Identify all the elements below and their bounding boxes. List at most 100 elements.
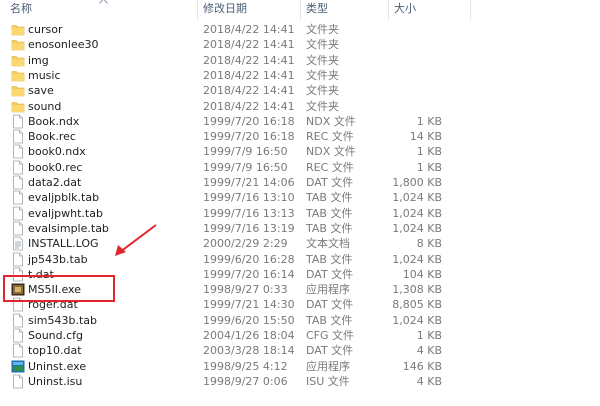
file-size: 4 KB (416, 344, 442, 358)
file-name: book0.rec (28, 160, 83, 174)
file-modified-date: 2018/4/22 14:41 (203, 99, 295, 113)
file-row[interactable]: cursor 2018/4/22 14:41 文件夹 (0, 22, 600, 37)
file-icon (11, 114, 25, 129)
column-header-size[interactable]: 大小 (394, 3, 416, 15)
file-type: TAB 文件 (306, 252, 353, 266)
column-divider[interactable] (300, 0, 301, 20)
column-divider[interactable] (388, 0, 389, 20)
file-size: 1,024 KB (392, 252, 442, 266)
file-modified-date: 2018/4/22 14:41 (203, 38, 295, 52)
file-name: top10.dat (28, 344, 82, 358)
file-row[interactable]: evaljpwht.tab 1999/7/16 13:13 TAB 文件 1,024 … (0, 206, 600, 221)
column-header-type[interactable]: 类型 (306, 3, 328, 15)
file-modified-date: 1999/7/9 16:50 (203, 160, 288, 174)
file-name: Book.ndx (28, 114, 80, 128)
file-row[interactable]: sound 2018/4/22 14:41 文件夹 (0, 99, 600, 114)
column-header-name[interactable]: 名称 (10, 3, 32, 15)
file-type: 应用程序 (306, 283, 350, 297)
file-icon (11, 328, 25, 343)
file-row[interactable]: Sound.cfg 2004/1/26 18:04 CFG 文件 1 KB (0, 328, 600, 343)
file-size: 4 KB (416, 374, 442, 388)
file-row[interactable]: evaljpblk.tab 1999/7/16 13:10 TAB 文件 1,024 … (0, 190, 600, 205)
file-size: 1 KB (416, 329, 442, 342)
file-size: 1,800 KB (392, 176, 442, 189)
file-row[interactable]: jp543b.tab 1999/6/20 16:28 TAB 文件 1,024 KB (0, 252, 600, 267)
file-row[interactable]: top10.dat 2003/3/28 18:14 DAT 文件 4 KB (0, 343, 600, 358)
file-type: 文件夹 (306, 23, 339, 36)
file-size: 1,024 KB (392, 191, 442, 205)
file-row[interactable]: INSTALL.LOG 2000/2/29 2:29 文本文档 8 KB (0, 236, 600, 251)
file-size: 8 KB (416, 237, 442, 251)
file-row[interactable]: book0.rec 1999/7/9 16:50 REC 文件 1 KB (0, 160, 600, 175)
file-type: 文件夹 (306, 84, 339, 98)
file-modified-date: 1999/6/20 15:50 (203, 313, 295, 327)
file-icon (11, 129, 25, 144)
file-modified-date: 1999/7/16 13:10 (203, 191, 295, 205)
folder-icon (11, 83, 25, 98)
file-modified-date: 2018/4/22 14:41 (203, 84, 295, 98)
file-type: ISU 文件 (306, 374, 350, 388)
file-modified-date: 1999/7/20 16:18 (203, 114, 295, 128)
file-size: 1 KB (416, 145, 442, 159)
file-icon (11, 144, 25, 159)
file-icon (11, 175, 25, 190)
file-type: 文件夹 (306, 68, 339, 82)
file-name: book0.ndx (28, 145, 86, 159)
file-row[interactable]: Book.rec 1999/7/20 16:18 REC 文件 14 KB (0, 129, 600, 144)
file-size: 14 KB (409, 130, 442, 144)
annotation-arrow-icon (115, 224, 157, 256)
file-type: DAT 文件 (306, 176, 354, 189)
file-icon (11, 252, 25, 267)
file-row[interactable]: Uninst.exe 1998/9/25 4:12 应用程序 146 KB (0, 359, 600, 374)
file-row[interactable]: sim543b.tab 1999/6/20 15:50 TAB 文件 1,024 KB (0, 313, 600, 328)
file-icon (11, 190, 25, 205)
file-type: TAB 文件 (306, 191, 353, 205)
file-type: TAB 文件 (306, 221, 353, 235)
folder-icon (11, 99, 25, 114)
file-modified-date: 1998/9/27 0:06 (203, 374, 288, 388)
file-row[interactable]: img 2018/4/22 14:41 文件夹 (0, 53, 600, 68)
uninstall-exe-icon (11, 359, 25, 374)
file-name: Sound.cfg (28, 329, 84, 342)
file-name: cursor (28, 23, 63, 36)
column-divider[interactable] (197, 0, 198, 20)
file-modified-date: 1999/7/21 14:06 (203, 176, 295, 189)
file-type: NDX 文件 (306, 114, 356, 128)
file-modified-date: 2018/4/22 14:41 (203, 23, 295, 36)
file-name: sound (28, 99, 62, 113)
file-type: 文本文档 (306, 237, 350, 251)
file-row[interactable]: data2.dat 1999/7/21 14:06 DAT 文件 1,800 KB (0, 175, 600, 190)
file-size: 8,805 KB (392, 298, 442, 312)
file-row[interactable]: enosonlee30 2018/4/22 14:41 文件夹 (0, 37, 600, 52)
file-size: 1,024 KB (392, 206, 442, 220)
folder-icon (11, 22, 25, 37)
file-row[interactable]: Book.ndx 1999/7/20 16:18 NDX 文件 1 KB (0, 114, 600, 129)
column-header-date[interactable]: 修改日期 (203, 3, 247, 15)
file-type: DAT 文件 (306, 267, 354, 281)
file-icon (11, 313, 25, 328)
file-size: 1,308 KB (392, 283, 442, 297)
highlight-box (3, 275, 115, 302)
column-header-bar: 名称 修改日期 类型 大小 (0, 0, 600, 20)
file-size: 1,024 KB (392, 221, 442, 235)
file-row[interactable]: music 2018/4/22 14:41 文件夹 (0, 68, 600, 83)
file-row[interactable]: book0.ndx 1999/7/9 16:50 NDX 文件 1 KB (0, 144, 600, 159)
file-modified-date: 1999/7/9 16:50 (203, 145, 288, 159)
sort-ascending-icon (99, 0, 108, 4)
file-type: 文件夹 (306, 53, 339, 67)
file-modified-date: 2018/4/22 14:41 (203, 53, 295, 67)
file-row[interactable]: save 2018/4/22 14:41 文件夹 (0, 83, 600, 98)
file-row[interactable]: Uninst.isu 1998/9/27 0:06 ISU 文件 4 KB (0, 374, 600, 389)
file-row[interactable]: evalsimple.tab 1999/7/16 13:19 TAB 文件 1,024… (0, 221, 600, 236)
file-modified-date: 1998/9/27 0:33 (203, 283, 288, 297)
file-modified-date: 1999/7/21 14:30 (203, 298, 295, 312)
column-divider[interactable] (470, 0, 471, 20)
file-modified-date: 1999/7/16 13:13 (203, 206, 295, 220)
file-name: evaljpblk.tab (28, 191, 100, 205)
file-icon (11, 343, 25, 358)
file-name: INSTALL.LOG (28, 237, 99, 251)
file-modified-date: 1999/7/16 13:19 (203, 221, 295, 235)
file-modified-date: 1998/9/25 4:12 (203, 359, 288, 373)
file-modified-date: 2000/2/29 2:29 (203, 237, 288, 251)
file-icon (11, 206, 25, 221)
